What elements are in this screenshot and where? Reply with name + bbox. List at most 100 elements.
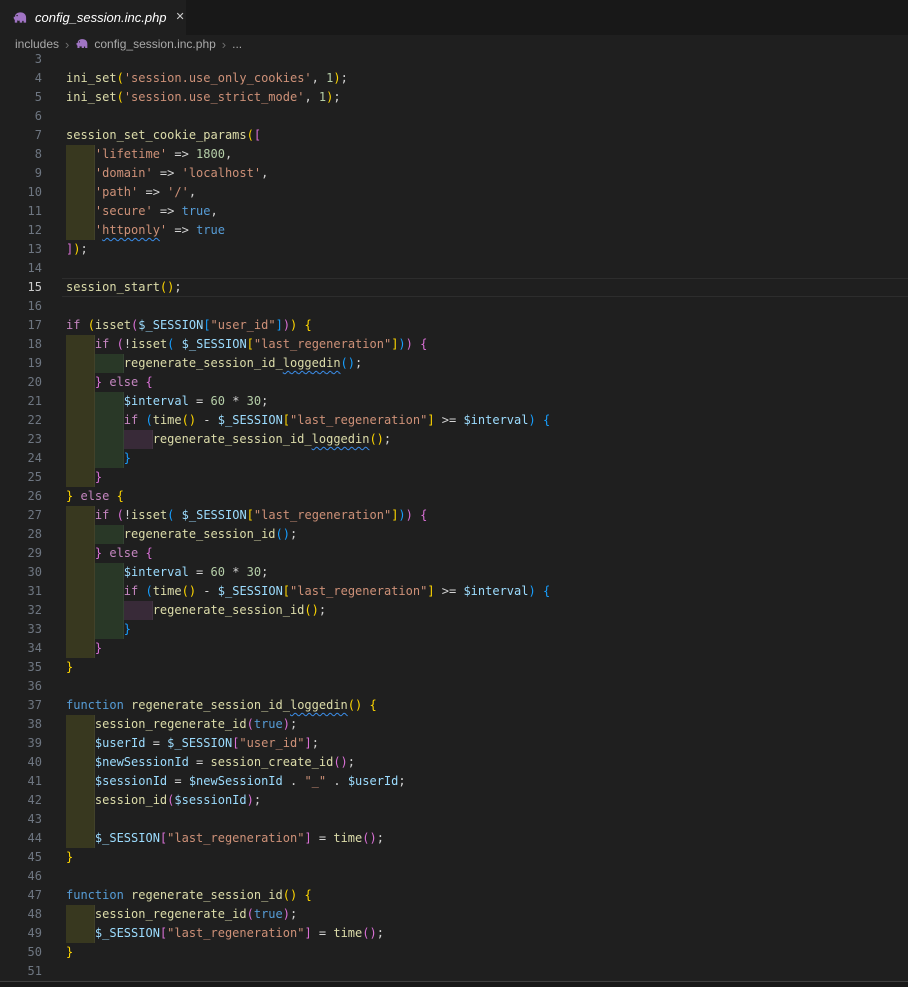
code-token: $_SESSION	[95, 926, 160, 940]
code-token: if	[95, 508, 109, 522]
code-line: 29} else {	[0, 544, 908, 563]
code-line: 27if (!isset( $_SESSION["last_regenerati…	[0, 506, 908, 525]
code-token: {	[146, 375, 153, 389]
indent-highlight	[66, 772, 95, 791]
php-elephant-icon	[12, 10, 28, 26]
code-line: 39$userId = $_SESSION["user_id"];	[0, 734, 908, 753]
code-token: >=	[435, 413, 464, 427]
code-token: }	[124, 451, 131, 465]
code-line-content: session_start();	[66, 278, 908, 297]
code-token: true	[254, 717, 283, 731]
line-number: 28	[0, 525, 66, 544]
code-line-content: $interval = 60 * 30;	[66, 563, 908, 582]
indent-highlight	[66, 468, 95, 487]
breadcrumb-item-includes[interactable]: includes	[15, 37, 59, 51]
code-token: =	[167, 774, 189, 788]
code-token: -	[196, 584, 218, 598]
code-token: (	[88, 318, 95, 332]
code-token: regenerate_session_id	[153, 603, 305, 617]
code-token: $_SESSION	[95, 831, 160, 845]
line-number: 23	[0, 430, 66, 449]
code-token: 1800	[196, 147, 225, 161]
line-number: 22	[0, 411, 66, 430]
code-token: 'path'	[95, 185, 138, 199]
code-token: =>	[153, 204, 182, 218]
code-token: ,	[225, 147, 232, 161]
code-line: 24}	[0, 449, 908, 468]
code-token: =>	[138, 185, 167, 199]
code-token: (	[117, 337, 124, 351]
indent-highlight	[66, 563, 95, 582]
code-line-content	[66, 810, 908, 829]
code-token: $interval	[463, 584, 528, 598]
code-token: $_SESSION	[138, 318, 203, 332]
line-number: 33	[0, 620, 66, 639]
code-token	[138, 546, 145, 560]
indent-highlight	[95, 449, 124, 468]
code-line-content: if (time() - $_SESSION["last_regeneratio…	[66, 582, 908, 601]
code-token: ()	[362, 831, 376, 845]
code-line: 40$newSessionId = session_create_id();	[0, 753, 908, 772]
code-token: true	[254, 907, 283, 921]
code-line: 16	[0, 297, 908, 316]
line-number: 13	[0, 240, 66, 259]
code-token: (	[117, 90, 124, 104]
code-token: ;	[348, 755, 355, 769]
code-line-content	[66, 259, 908, 278]
code-token: =	[189, 755, 211, 769]
code-token: 'localhost'	[182, 166, 261, 180]
code-token: session_start	[66, 280, 160, 294]
code-token: ;	[355, 356, 362, 370]
code-line-content: } else {	[66, 544, 908, 563]
code-token: isset	[131, 508, 167, 522]
indent-highlight	[66, 449, 95, 468]
code-line: 11'secure' => true,	[0, 202, 908, 221]
indent-highlight	[66, 164, 95, 183]
code-line-content	[66, 107, 908, 126]
close-icon[interactable]: ✕	[174, 10, 187, 25]
code-token: [	[247, 337, 254, 351]
line-number: 17	[0, 316, 66, 335]
code-token: session_create_id	[211, 755, 334, 769]
code-token: ,	[189, 185, 196, 199]
code-token: $interval	[124, 565, 189, 579]
code-token: session_set_cookie_params	[66, 128, 247, 142]
code-token: time	[153, 413, 182, 427]
code-token: }	[66, 660, 73, 674]
code-token	[536, 413, 543, 427]
code-line: 42session_id($sessionId);	[0, 791, 908, 810]
tab-config-session[interactable]: config_session.inc.php ✕	[0, 0, 186, 35]
line-number: 16	[0, 297, 66, 316]
line-number: 36	[0, 677, 66, 696]
code-token: }	[66, 945, 73, 959]
code-token: (	[247, 907, 254, 921]
indent-highlight	[66, 183, 95, 202]
code-line-content	[66, 53, 908, 69]
code-token: $sessionId	[174, 793, 246, 807]
breadcrumb-item-file[interactable]: config_session.inc.php	[75, 37, 215, 51]
code-line-content: if (time() - $_SESSION["last_regeneratio…	[66, 411, 908, 430]
code-token: session_id	[95, 793, 167, 807]
line-number: 45	[0, 848, 66, 867]
code-line-content: session_regenerate_id(true);	[66, 905, 908, 924]
code-token: {	[420, 508, 427, 522]
code-token: )	[528, 413, 535, 427]
code-editor[interactable]: 34ini_set('session.use_only_cookies', 1)…	[0, 53, 908, 981]
code-line-content: $_SESSION["last_regeneration"] = time();	[66, 829, 908, 848]
code-token: ()	[276, 527, 290, 541]
code-token: ;	[254, 793, 261, 807]
code-token: $_SESSION	[182, 337, 247, 351]
code-line-content: if (!isset( $_SESSION["last_regeneration…	[66, 506, 908, 525]
code-line-content: ini_set('session.use_only_cookies', 1);	[66, 69, 908, 88]
code-token: >=	[435, 584, 464, 598]
code-line: 3	[0, 53, 908, 69]
code-token: ;	[377, 926, 384, 940]
code-token: loggedin	[290, 698, 348, 712]
code-line-content: }	[66, 658, 908, 677]
code-token: )	[398, 508, 405, 522]
breadcrumb-item-symbol[interactable]: ...	[232, 37, 242, 51]
code-token: ()	[348, 698, 362, 712]
code-token: regenerate_session_id_	[124, 356, 283, 370]
code-line: 34}	[0, 639, 908, 658]
code-line-content: }	[66, 848, 908, 867]
